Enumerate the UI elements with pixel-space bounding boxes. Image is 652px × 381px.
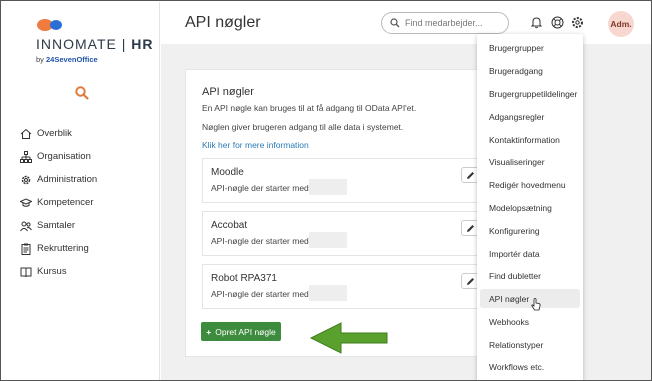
create-api-key-button[interactable]: + Opret API nøgle (201, 322, 281, 341)
api-key-prefix-redacted (309, 232, 347, 248)
sidebar-item-kompetencer[interactable]: Kompetencer (20, 191, 155, 214)
avatar[interactable]: Adm. (608, 11, 634, 37)
sidebar-item-label: Administration (37, 174, 98, 185)
settings-gear-icon[interactable] (571, 16, 584, 29)
search-icon (390, 18, 400, 28)
app-window: INNOMATE | HR by 24SevenOffice Overblik … (0, 0, 652, 381)
menu-item-konfigurering[interactable]: Konfigurering (480, 221, 580, 240)
menu-item-relationstyper[interactable]: Relationstyper (480, 335, 580, 354)
hand-pointer-icon (531, 298, 541, 311)
menu-item-importer-data[interactable]: Importér data (480, 244, 580, 263)
people-icon (20, 221, 32, 231)
api-key-row: Robot RPA371 API-nøgle der starter med: (202, 264, 516, 309)
logo[interactable]: INNOMATE | HR by 24SevenOffice (36, 18, 153, 64)
menu-item-visualiseringer[interactable]: Visualiseringer (480, 152, 580, 171)
gear-icon (21, 175, 31, 184)
help-lifebuoy-icon[interactable] (551, 16, 564, 29)
api-key-name: Accobat (211, 220, 248, 231)
menu-item-rediger-hovedmenu[interactable]: Redigér hovedmenu (480, 175, 580, 194)
api-key-prefix-label: API-nøgle der starter med: (211, 183, 312, 193)
org-chart-icon (20, 150, 32, 163)
api-key-prefix-label: API-nøgle der starter med: (211, 236, 312, 246)
pencil-icon (466, 171, 474, 179)
menu-item-brugeradgang[interactable]: Brugeradgang (480, 61, 580, 80)
more-info-link[interactable]: Klik her for mere information (202, 140, 309, 150)
sidebar-item-label: Kompetencer (37, 197, 94, 208)
menu-item-find-dubletter[interactable]: Find dubletter (480, 266, 580, 285)
graduation-cap-icon (20, 197, 32, 207)
menu-item-modelopsaetning[interactable]: Modelopsætning (480, 198, 580, 217)
logo-brand: INNOMATE | HR (36, 36, 154, 52)
card-description-access: Nøglen giver brugeren adgang til alle da… (202, 122, 404, 132)
sidebar-item-organisation[interactable]: Organisation (20, 145, 155, 168)
api-key-name: Moodle (211, 167, 244, 178)
menu-item-kontaktinformation[interactable]: Kontaktinformation (480, 130, 580, 149)
menu-item-brugergruppetildelinger[interactable]: Brugergruppetildelinger (480, 84, 580, 103)
sidebar-item-label: Rekruttering (37, 243, 89, 254)
sidebar-item-label: Samtaler (37, 220, 76, 231)
pencil-icon (466, 224, 474, 232)
menu-item-webhooks[interactable]: Webhooks (480, 312, 580, 331)
book-icon (20, 267, 32, 277)
search-input[interactable]: Find medarbejder... (381, 12, 509, 34)
api-key-row: Moodle API-nøgle der starter med: (202, 158, 516, 203)
sidebar-item-label: Overblik (37, 128, 72, 139)
menu-item-api-noegler[interactable]: API nøgler (480, 289, 580, 308)
clipboard-icon (21, 243, 31, 255)
api-key-prefix-redacted (309, 285, 347, 301)
logo-by: by 24SevenOffice (36, 55, 98, 64)
create-api-key-label: Opret API nøgle (215, 326, 276, 337)
api-key-prefix-label: API-nøgle der starter med: (211, 289, 312, 299)
sidebar-item-samtaler[interactable]: Samtaler (20, 214, 155, 237)
sidebar: INNOMATE | HR by 24SevenOffice Overblik … (2, 2, 160, 380)
page-title: API nøgler (185, 14, 261, 31)
sidebar-item-kursus[interactable]: Kursus (20, 260, 155, 283)
sidebar-item-overblik[interactable]: Overblik (20, 122, 155, 145)
menu-item-brugergrupper[interactable]: Brugergrupper (480, 38, 580, 57)
api-key-prefix-redacted (309, 179, 347, 195)
api-key-name: Robot RPA371 (211, 273, 277, 284)
bell-icon[interactable] (530, 16, 543, 29)
api-keys-card: API nøgler En API nøgle kan bruges til a… (185, 69, 516, 357)
sidebar-item-label: Kursus (37, 266, 67, 277)
sidebar-item-rekruttering[interactable]: Rekruttering (20, 237, 155, 260)
sidebar-item-label: Organisation (37, 151, 91, 162)
api-key-row: Accobat API-nøgle der starter med: (202, 211, 516, 256)
pencil-icon (466, 277, 474, 285)
sidebar-item-administration[interactable]: Administration (20, 168, 155, 191)
search-placeholder: Find medarbejder... (405, 18, 483, 28)
card-description: En API nøgle kan bruges til at få adgang… (202, 103, 417, 113)
sidebar-nav: Overblik Organisation Administration Kom… (20, 122, 155, 283)
card-title: API nøgler (202, 86, 254, 98)
plus-icon: + (206, 326, 212, 337)
logo-mark-icon (37, 19, 62, 31)
home-icon (20, 128, 32, 139)
annotation-arrow-icon (309, 322, 388, 354)
menu-item-workflows[interactable]: Workflows etc. (480, 357, 580, 376)
settings-dropdown-menu: Brugergrupper Brugeradgang Brugergruppet… (477, 34, 583, 380)
search-icon[interactable] (74, 85, 90, 101)
menu-item-adgangsregler[interactable]: Adgangsregler (480, 107, 580, 126)
